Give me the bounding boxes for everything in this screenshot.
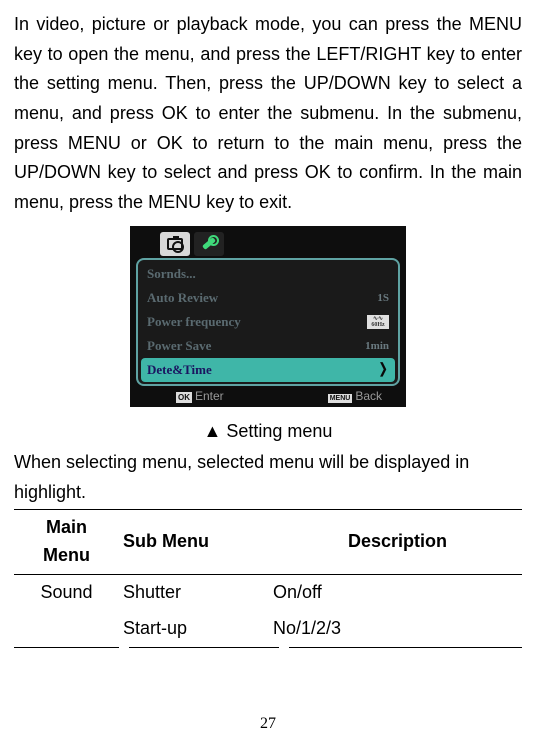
wrench-icon (201, 236, 217, 252)
frequency-icon: ∿∿60Hz (367, 315, 389, 329)
cell-main (14, 611, 119, 647)
bottom-bar: OKEnter MENUBack (136, 386, 400, 403)
menu-item-power-frequency: Power frequency ∿∿60Hz (141, 310, 395, 334)
settings-table: Main Menu Sub Menu Description Sound Shu… (14, 510, 522, 648)
table-row: Sound Shutter On/off (14, 575, 522, 611)
chevron-right-icon: ❭ (377, 361, 389, 378)
menu-label: Power Save (147, 338, 211, 354)
back-hint: MENUBack (328, 389, 382, 403)
cell-main: Sound (14, 575, 119, 611)
menu-item-power-save: Power Save 1min (141, 334, 395, 358)
screenshot-container: Sornds... Auto Review 1S Power frequency… (14, 226, 522, 407)
menu-label: Sornds... (147, 266, 196, 282)
menu-value: 1S (377, 292, 389, 304)
menu-label: Dete&Time (147, 362, 212, 378)
cell-sub: Start-up (119, 611, 269, 647)
page-number: 27 (0, 715, 536, 733)
menu-value: 1min (365, 340, 389, 352)
enter-hint: OKEnter (176, 389, 224, 403)
figure-caption: ▲ Setting menu (14, 421, 522, 442)
table-header: Main Menu Sub Menu Description (14, 510, 522, 575)
cell-desc: On/off (269, 575, 522, 611)
camera-tab (160, 232, 190, 256)
device-screenshot: Sornds... Auto Review 1S Power frequency… (130, 226, 406, 407)
header-sub-menu: Sub Menu (119, 510, 269, 574)
intro-paragraph: In video, picture or playback mode, you … (14, 10, 522, 218)
menu-item-date-time: Dete&Time ❭ (141, 358, 395, 382)
menu-badge: MENU (328, 394, 353, 403)
settings-tab (194, 232, 224, 256)
camera-icon (167, 238, 183, 250)
cell-desc: No/1/2/3 (269, 611, 522, 647)
menu-item-sounds: Sornds... (141, 262, 395, 286)
highlight-paragraph: When selecting menu, selected menu will … (14, 448, 522, 507)
header-main-menu: Main Menu (14, 510, 119, 574)
tab-bar (160, 232, 400, 256)
table-row: Start-up No/1/2/3 (14, 611, 522, 647)
menu-box: Sornds... Auto Review 1S Power frequency… (136, 258, 400, 386)
menu-label: Power frequency (147, 314, 241, 330)
header-description: Description (269, 510, 522, 574)
menu-label: Auto Review (147, 290, 218, 306)
ok-badge: OK (176, 392, 192, 403)
table-bottom-border (14, 647, 522, 648)
cell-sub: Shutter (119, 575, 269, 611)
menu-item-auto-review: Auto Review 1S (141, 286, 395, 310)
